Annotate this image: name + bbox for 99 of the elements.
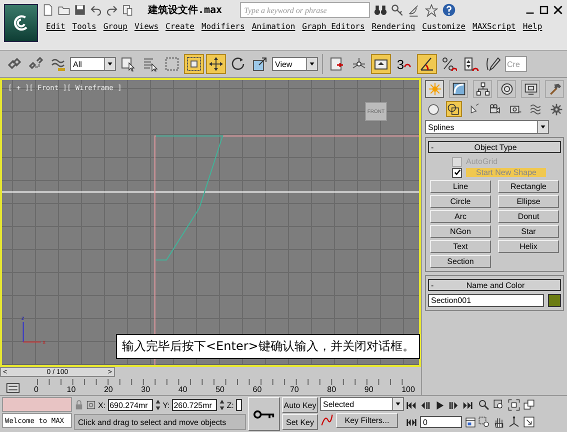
shape-button[interactable]: Helix [498,240,559,253]
zoom-extents-icon[interactable] [508,399,520,411]
shape-button[interactable]: Rectangle [498,180,559,193]
checkbox[interactable] [452,168,462,178]
modify-tab[interactable] [449,80,468,98]
previous-frame-icon[interactable] [420,400,431,410]
save-icon[interactable] [74,4,86,16]
shape-button[interactable]: Donut [498,210,559,223]
coordinate-field[interactable]: 260.725mr [172,399,217,411]
coordinate-label: Y: [162,400,170,410]
display-tab[interactable] [521,80,540,98]
name-field[interactable]: Section001 [428,294,544,307]
rollout-header[interactable]: - Object Type [428,141,561,153]
menu-item[interactable]: Tools [72,20,96,33]
orbit-icon[interactable] [508,416,520,428]
go-to-end-icon[interactable] [462,400,473,410]
shape-button[interactable]: Arc [430,210,491,223]
menu-item[interactable]: MAXScript [472,20,516,33]
app-logo[interactable] [4,4,38,42]
auto-key-button[interactable]: Auto Key [282,397,318,413]
shape-button[interactable]: Ellipse [498,195,559,208]
key-filters-button[interactable]: Key Filters... [336,412,398,428]
menu-item[interactable]: Help [522,20,542,33]
shape-button[interactable]: Line [430,180,491,193]
shape-button[interactable]: Star [498,225,559,238]
snap-toggle[interactable]: 3 [393,54,415,74]
key-mode-icon[interactable] [406,416,417,428]
shape-button[interactable]: NGon [430,225,491,238]
coordinate-label: Z: [226,400,234,410]
frame-field[interactable]: 0 [420,416,462,428]
create-tab[interactable] [425,80,444,98]
keyboard-icon[interactable] [371,54,391,74]
play-icon[interactable] [434,400,445,410]
angle-snap-icon[interactable] [417,54,437,74]
sphere-icon[interactable] [425,101,441,117]
pan-hand-icon[interactable] [493,416,505,428]
zoom-extents-all-icon[interactable] [523,399,535,411]
folder-icon[interactable] [58,4,70,16]
maximize-viewport-icon[interactable] [523,416,535,428]
coordinate-field[interactable]: 690.274mr [108,399,153,411]
tangent-icon[interactable] [320,413,334,427]
listener-input[interactable] [2,397,72,412]
axis-tripod [22,322,42,342]
caret-icon [395,401,401,407]
caret-icon [107,61,113,67]
time-config-icon[interactable] [465,416,476,428]
menu-item[interactable]: Group [103,20,128,33]
menu-item[interactable]: Graph Editors [302,20,365,33]
close-icon[interactable] [553,5,563,15]
menu-item[interactable]: Views [134,20,159,33]
track-bar[interactable]: 0 10 20 30 40 50 60 70 80 90 100 [34,379,415,395]
rollout-header[interactable]: - Name and Color [428,279,561,291]
window-crossing-icon[interactable] [184,54,204,74]
menu-item[interactable]: Customize [422,20,466,33]
status-prompt: Click and drag to select and move objects [74,414,246,430]
coordinate-system-dropdown[interactable]: View [272,57,318,71]
binoculars-icon[interactable] [374,4,388,16]
next-frame-icon[interactable] [448,400,459,410]
hierarchy-tab[interactable] [473,80,492,98]
shape-button[interactable]: Circle [430,195,491,208]
file-name: 建筑设文件.max [148,4,222,17]
maximize-icon[interactable] [539,5,549,15]
coordinate-label: X: [98,400,106,410]
menu-item[interactable]: Edit [46,20,66,33]
key-icon[interactable] [248,397,280,431]
selection-filter-dropdown[interactable]: All [70,57,116,71]
coordinate-field[interactable] [236,399,242,411]
color-swatch[interactable] [548,294,561,307]
shape-button[interactable]: Section [430,255,491,268]
new-file-icon[interactable] [42,4,54,16]
set-key-button[interactable]: Set Key [282,414,318,430]
caret-icon [309,61,315,67]
go-to-start-icon[interactable] [406,400,417,410]
move-arrows-icon[interactable] [206,54,226,74]
category-dropdown[interactable]: Splines [425,120,549,134]
crosshair-icon[interactable] [86,400,96,410]
utilities-tab[interactable] [545,80,564,98]
project-icon[interactable] [122,4,134,16]
callout-note: 输入完毕后按下<Enter>键确认输入，并关闭对话框。 [116,334,420,359]
shapes-icon[interactable] [446,101,462,117]
caret-icon [540,124,546,130]
menu-item[interactable]: Modifiers [201,20,245,33]
menu-item[interactable]: Rendering [372,20,416,33]
help-icon[interactable] [442,3,456,17]
shape-button[interactable]: Text [430,240,491,253]
named-selection-field[interactable]: Cre [505,56,527,72]
motion-tab[interactable] [497,80,516,98]
menu-item[interactable]: Create [166,20,194,33]
menu-item[interactable]: Animation [252,20,296,33]
zoom-all-icon[interactable] [493,399,505,411]
gear-icon[interactable] [548,101,564,117]
key-mode-dropdown[interactable]: Selected [320,397,404,411]
zoom-icon[interactable] [478,399,490,411]
region-zoom-icon[interactable] [478,416,490,428]
star-icon[interactable] [425,4,438,16]
curve-editor-icon[interactable] [6,381,20,395]
search-field[interactable]: Type a keyword or phrase [240,2,370,18]
undo-icon[interactable] [90,4,102,16]
redo-icon[interactable] [106,4,118,16]
